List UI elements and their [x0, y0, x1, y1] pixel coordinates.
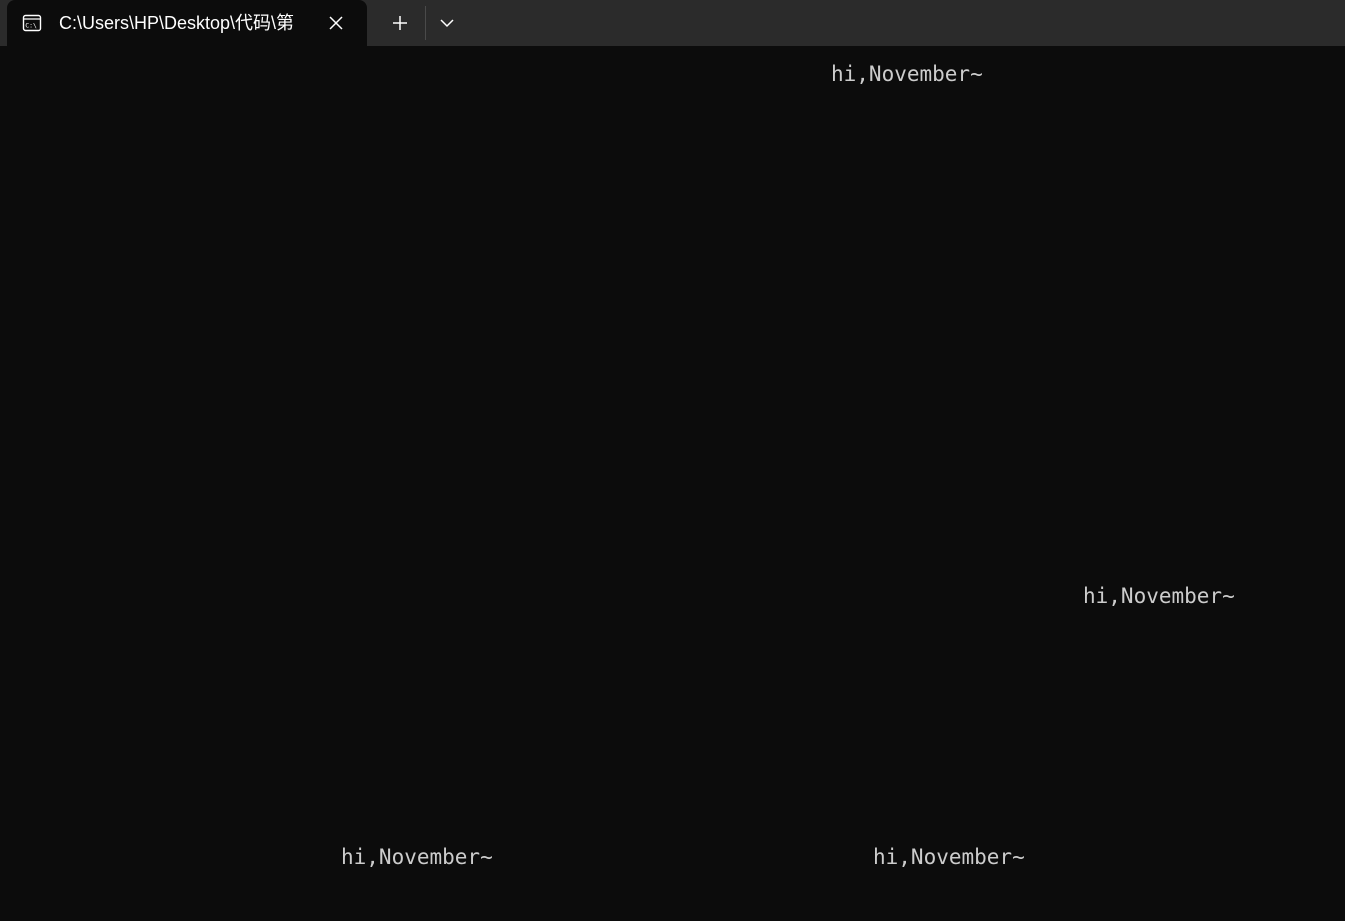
output-line: hi,November~	[1083, 584, 1235, 608]
output-line: hi,November~	[341, 845, 493, 869]
terminal-output[interactable]: hi,November~ hi,November~ hi,November~ h…	[0, 46, 1345, 921]
tab-title: C:\Users\HP\Desktop\代码\第	[59, 13, 295, 33]
title-bar: C:\ C:\Users\HP\Desktop\代码\第	[0, 0, 1345, 46]
tab-active[interactable]: C:\ C:\Users\HP\Desktop\代码\第	[7, 0, 367, 46]
svg-text:C:\: C:\	[25, 22, 37, 30]
terminal-window: C:\ C:\Users\HP\Desktop\代码\第 hi,November…	[0, 0, 1345, 921]
chevron-down-icon[interactable]	[432, 8, 462, 38]
terminal-icon: C:\	[22, 14, 42, 32]
close-icon[interactable]	[326, 13, 346, 33]
output-line: hi,November~	[831, 62, 983, 86]
titlebar-separator	[425, 6, 426, 40]
plus-icon[interactable]	[382, 8, 418, 38]
output-line: hi,November~	[873, 845, 1025, 869]
